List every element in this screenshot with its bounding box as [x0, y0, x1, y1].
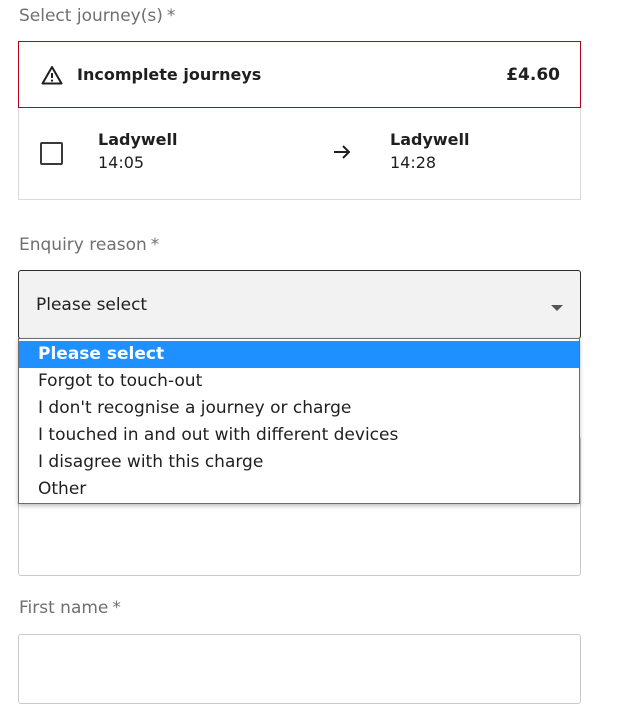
arrow-right-icon	[334, 145, 351, 159]
warning-triangle-icon	[41, 65, 63, 84]
enquiry-reason-select[interactable]: Please select	[18, 270, 581, 339]
journey-origin: Ladywell 14:05	[98, 129, 177, 175]
option-disagree-charge[interactable]: I disagree with this charge	[19, 449, 579, 476]
first-name-label: First name *	[19, 598, 121, 618]
caret-down-icon	[551, 304, 563, 311]
journey-destination: Ladywell 14:28	[390, 129, 469, 175]
option-forgot-touch-out[interactable]: Forgot to touch-out	[19, 368, 579, 395]
first-name-input[interactable]	[18, 634, 581, 704]
journey-row[interactable]: Ladywell 14:05 Ladywell 14:28	[18, 108, 581, 200]
option-different-devices[interactable]: I touched in and out with different devi…	[19, 422, 579, 449]
option-please-select[interactable]: Please select	[19, 341, 579, 368]
journey-group-price: £4.60	[506, 64, 560, 85]
option-other[interactable]: Other	[19, 476, 579, 503]
journey-group-title: Incomplete journeys	[77, 65, 262, 84]
option-dont-recognise[interactable]: I don't recognise a journey or charge	[19, 395, 579, 422]
destination-time: 14:28	[390, 153, 437, 172]
enquiry-reason-dropdown[interactable]: Please select Forgot to touch-out I don'…	[18, 338, 580, 504]
origin-time: 14:05	[98, 153, 145, 172]
destination-station: Ladywell	[390, 130, 470, 149]
incomplete-journeys-header: Incomplete journeys £4.60	[18, 41, 581, 108]
journey-checkbox[interactable]	[40, 142, 63, 165]
enquiry-reason-label: Enquiry reason *	[19, 235, 160, 255]
journeys-label: Select journey(s) *	[19, 6, 176, 26]
origin-station: Ladywell	[98, 130, 178, 149]
enquiry-reason-selected: Please select	[36, 294, 148, 315]
